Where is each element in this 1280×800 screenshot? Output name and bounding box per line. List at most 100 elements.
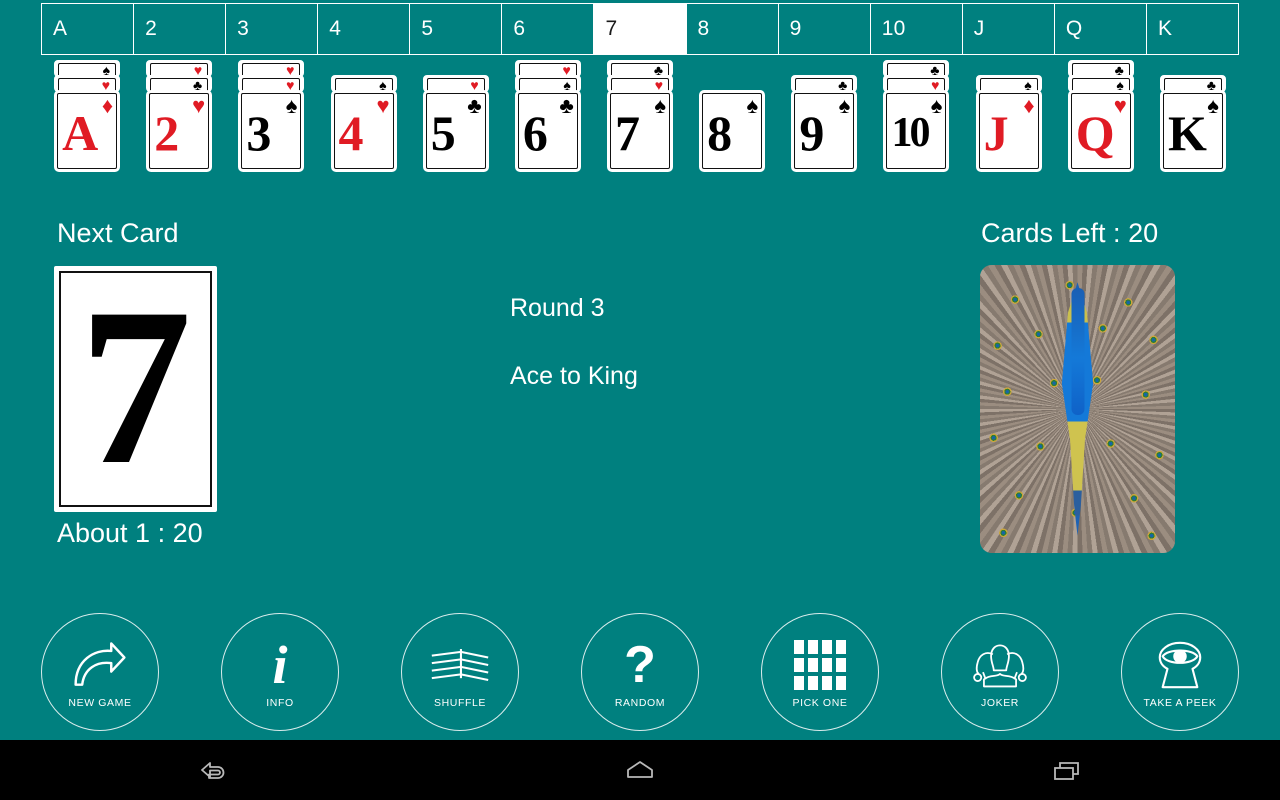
- home-icon: [627, 761, 653, 778]
- rank-tab-label: 10: [881, 17, 906, 40]
- suit-icon: ♣: [467, 93, 482, 118]
- rank-tab-j[interactable]: J: [963, 4, 1055, 54]
- action-button-row: NEW GAME i INFO SHUFFLE ? RANDOM PICK ONE JOKER…: [41, 613, 1239, 733]
- action-label: JOKER: [980, 697, 1019, 709]
- rank-tab-10[interactable]: 10: [871, 4, 963, 54]
- card-column-q[interactable]: ♣ ♠ Q ♥: [1055, 60, 1147, 176]
- rank-tab-label: Q: [1065, 17, 1083, 40]
- suit-icon: ♥: [192, 93, 206, 118]
- card-column-j[interactable]: ♠ J ♦: [963, 60, 1055, 176]
- shuffle-button[interactable]: SHUFFLE: [401, 613, 519, 731]
- rank-tab-k[interactable]: K: [1147, 4, 1238, 54]
- top-card-face: 9 ♠: [794, 93, 855, 169]
- card-stack: ♥ ♠ 6 ♣: [514, 60, 581, 172]
- top-card[interactable]: 3 ♠: [238, 90, 305, 172]
- info-button[interactable]: i INFO: [221, 613, 339, 731]
- back-button[interactable]: [0, 756, 427, 784]
- top-card[interactable]: 7 ♠: [607, 90, 674, 172]
- top-card[interactable]: K ♠: [1159, 90, 1226, 172]
- card-rank: 6: [522, 105, 548, 161]
- rank-tab-label: 6: [513, 17, 526, 40]
- card-column-k[interactable]: ♣ K ♠: [1147, 60, 1239, 176]
- card-column-7[interactable]: ♣ ♥ 7 ♠: [594, 60, 686, 176]
- rank-tab-6[interactable]: 6: [502, 4, 595, 54]
- grid-icon: [785, 637, 855, 693]
- suit-icon: ♦: [1023, 93, 1035, 118]
- back-icon: [201, 762, 225, 779]
- card-column-8[interactable]: 8 ♠: [686, 60, 778, 176]
- card-column-4[interactable]: ♠ 4 ♥: [317, 60, 409, 176]
- top-card-face: 4 ♥: [333, 93, 394, 169]
- action-label: NEW GAME: [68, 697, 132, 709]
- pick-one-button[interactable]: PICK ONE: [761, 613, 879, 731]
- rank-tab-label: 9: [789, 17, 802, 40]
- rank-tab-2[interactable]: 2: [134, 4, 227, 54]
- mode-label: Ace to King: [510, 362, 638, 390]
- card-stack: ♠ J ♦: [975, 75, 1042, 172]
- recents-button[interactable]: [853, 756, 1280, 784]
- action-label: TAKE A PEEK: [1143, 697, 1217, 709]
- rank-tab-5[interactable]: 5: [410, 4, 503, 54]
- jester-hat-icon: [965, 637, 1035, 693]
- card-column-10[interactable]: ♣ ♥ 10 ♠: [870, 60, 962, 176]
- suit-icon: ♠: [1207, 93, 1219, 118]
- next-card[interactable]: 7: [54, 266, 217, 512]
- top-card-face: 3 ♠: [241, 93, 302, 169]
- rank-tab-label: 3: [237, 17, 250, 40]
- joker-button[interactable]: JOKER: [941, 613, 1059, 731]
- card-column-6[interactable]: ♥ ♠ 6 ♣: [502, 60, 594, 176]
- card-stack: ♣ K ♠: [1159, 75, 1226, 172]
- card-column-3[interactable]: ♥ ♥ 3 ♠: [225, 60, 317, 176]
- rank-tab-7[interactable]: 7: [594, 4, 687, 54]
- card-rank: 5: [430, 105, 456, 161]
- top-card[interactable]: J ♦: [975, 90, 1042, 172]
- rank-tab-label: A: [53, 17, 68, 40]
- suit-icon: ♥: [376, 93, 390, 118]
- card-columns-row: ♠ ♥ A ♦ ♥ ♣ 2 ♥ ♥ ♥ 3 ♠ ♠ 4 ♥ ♥ 5 ♣ ♥ ♠ 6 ♣ ♣ ♥ 7 ♠ 8 ♠ ♣ 9 ♠ ♣ ♥ 10 ♠ ♠ J ♦ ♣…: [41, 60, 1239, 176]
- home-button[interactable]: [427, 756, 854, 784]
- action-label: PICK ONE: [792, 697, 848, 709]
- top-card[interactable]: 2 ♥: [146, 90, 213, 172]
- rank-tab-9[interactable]: 9: [779, 4, 871, 54]
- card-column-9[interactable]: ♣ 9 ♠: [778, 60, 870, 176]
- rank-tab-label: K: [1157, 17, 1173, 40]
- top-card[interactable]: 9 ♠: [791, 90, 858, 172]
- top-card-face: 10 ♠: [886, 93, 947, 169]
- card-column-a[interactable]: ♠ ♥ A ♦: [41, 60, 133, 176]
- card-stack: ♣ ♠ Q ♥: [1067, 60, 1134, 172]
- top-card[interactable]: 10 ♠: [883, 90, 950, 172]
- take-a-peek-button[interactable]: TAKE A PEEK: [1121, 613, 1239, 731]
- android-navigation-bar: [0, 740, 1280, 800]
- rank-tab-3[interactable]: 3: [226, 4, 319, 54]
- next-card-label: Next Card: [57, 218, 179, 248]
- rank-tab-4[interactable]: 4: [318, 4, 411, 54]
- card-stack: 8 ♠: [699, 90, 766, 172]
- rank-tab-8[interactable]: 8: [687, 4, 779, 54]
- rank-tab-label: 2: [145, 17, 157, 40]
- card-stack: ♠ ♥ A ♦: [54, 60, 121, 172]
- top-card-face: 8 ♠: [702, 93, 763, 169]
- top-card[interactable]: 4 ♥: [330, 90, 397, 172]
- deck-card-back[interactable]: [980, 265, 1175, 553]
- action-label: SHUFFLE: [433, 697, 487, 709]
- top-card[interactable]: 5 ♣: [422, 90, 489, 172]
- rank-tab-a[interactable]: A: [42, 4, 135, 54]
- top-card[interactable]: 8 ♠: [699, 90, 766, 172]
- suit-icon: ♣: [559, 93, 574, 118]
- top-card[interactable]: 6 ♣: [514, 90, 581, 172]
- shuffle-cards-icon: [425, 637, 495, 693]
- top-card[interactable]: Q ♥: [1067, 90, 1134, 172]
- card-column-5[interactable]: ♥ 5 ♣: [410, 60, 502, 176]
- new-game-button[interactable]: NEW GAME: [41, 613, 159, 731]
- top-card-face: J ♦: [978, 93, 1039, 169]
- suit-icon: ♠: [654, 93, 667, 118]
- card-stack: ♥ 5 ♣: [422, 75, 489, 172]
- odds-label: About 1 : 20: [57, 518, 203, 548]
- rank-tab-q[interactable]: Q: [1055, 4, 1147, 54]
- random-button[interactable]: ? RANDOM: [581, 613, 699, 731]
- top-card[interactable]: A ♦: [54, 90, 121, 172]
- action-label: INFO: [266, 697, 294, 709]
- card-rank: 10: [891, 110, 930, 156]
- card-column-2[interactable]: ♥ ♣ 2 ♥: [133, 60, 225, 176]
- card-stack: ♥ ♥ 3 ♠: [238, 60, 305, 172]
